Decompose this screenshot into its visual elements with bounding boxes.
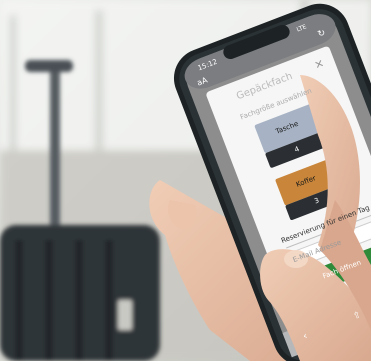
text-size-button[interactable]: aA xyxy=(196,76,209,88)
share-icon[interactable]: ⇧ xyxy=(352,310,363,322)
status-time: 15:12 xyxy=(196,57,219,73)
option-name: Tasche xyxy=(274,119,300,136)
open-locker-button[interactable]: Fach öffnen xyxy=(322,259,363,281)
option-count: 4 xyxy=(293,145,301,155)
option-name: Koffer xyxy=(295,174,318,189)
chevron-left-icon[interactable]: ‹ xyxy=(301,331,309,343)
email-field[interactable]: E-Mail Adresse xyxy=(292,238,343,264)
screen-ui: 15:12 LTE aA ↻ Gepäckfach ✕ Fachgröße au… xyxy=(0,0,371,361)
reload-icon[interactable]: ↻ xyxy=(316,28,327,40)
option-koffer[interactable]: Koffer 3 xyxy=(275,157,351,221)
network-indicator: LTE xyxy=(295,23,308,34)
close-icon[interactable]: ✕ xyxy=(313,57,326,72)
option-count: 3 xyxy=(313,196,321,206)
